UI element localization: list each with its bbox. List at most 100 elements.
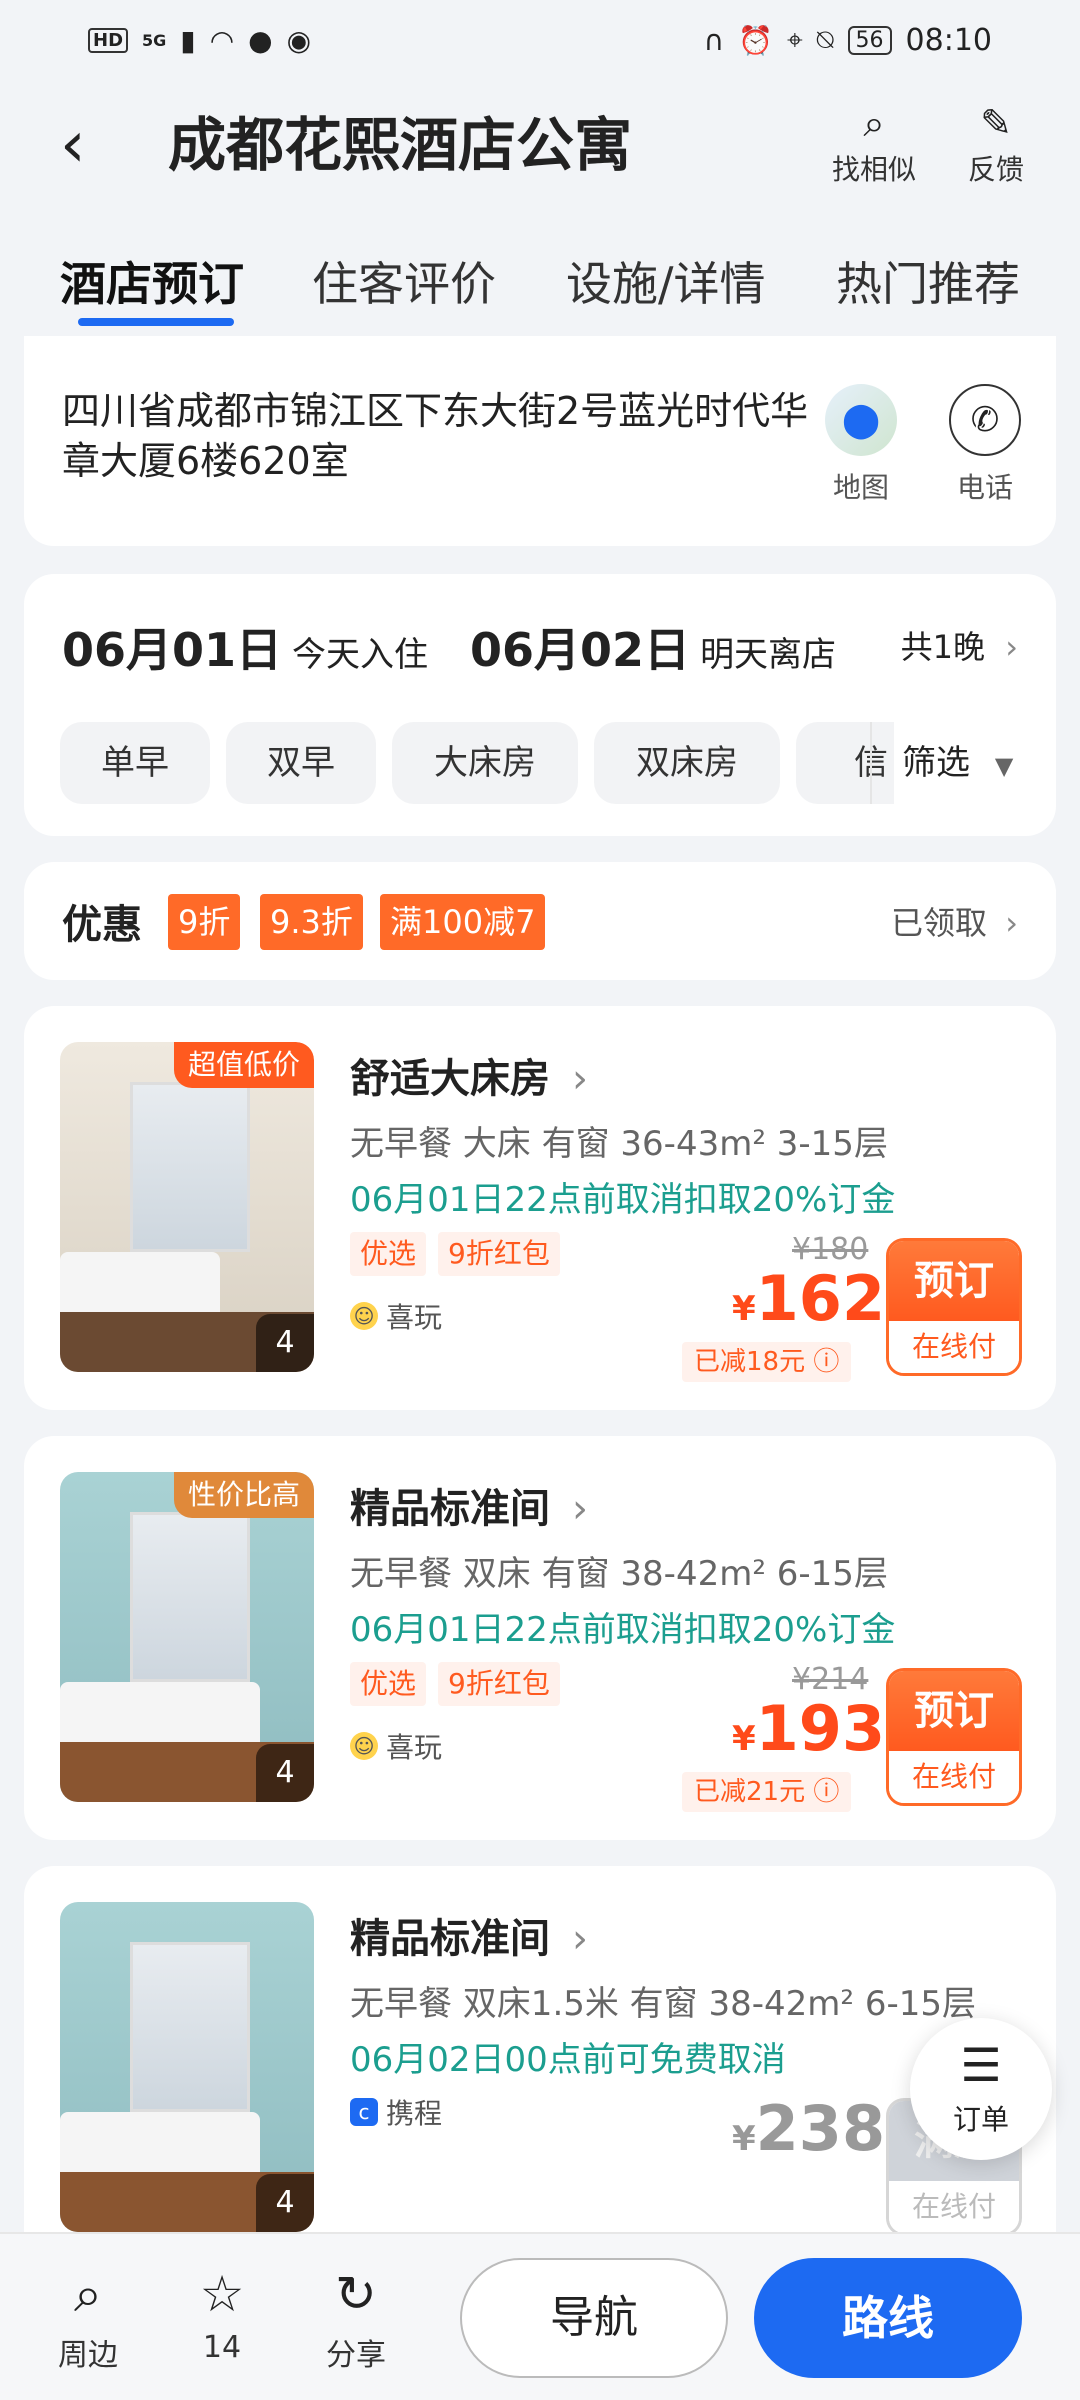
clock: 08:10 [905, 22, 992, 58]
stay-dates-card: 06月01日 今天入住 06月02日 明天离店 共1晚 › 单早 双早 大床房 … [24, 574, 1056, 836]
book-label: 预订 [889, 1241, 1019, 1321]
book-button[interactable]: 预订 在线付 [886, 1668, 1022, 1806]
cancel-policy: 06月02日00点前可免费取消 [350, 2040, 786, 2080]
discount-amount[interactable]: 已减21元 ⓘ [682, 1772, 852, 1812]
photo-count: 4 [256, 2174, 314, 2232]
feedback-label: 反馈 [967, 153, 1024, 186]
date-selector[interactable]: 06月01日 今天入住 06月02日 明天离店 [62, 614, 878, 680]
order-label: 订单 [952, 2103, 1009, 2136]
share-label: 分享 [326, 2338, 386, 2373]
tab-booking[interactable]: 酒店预订 [60, 248, 244, 314]
supplier: ☺ 喜玩 [350, 1296, 442, 1336]
room-name-text: 舒适大床房 [350, 1056, 550, 1102]
route-button[interactable]: 路线 [754, 2258, 1022, 2378]
alarm-icon: ⏰ [738, 23, 773, 57]
checkin-date: 06月01日 [62, 623, 283, 677]
promo-tag: 9折 [168, 894, 241, 950]
nearby-button[interactable]: ⌕ 周边 [38, 2264, 138, 2374]
room-badge: 超值低价 [173, 1042, 314, 1088]
wechat-icon: ◉ [286, 23, 312, 57]
wifi-icon: ◠ [209, 23, 235, 57]
supplier: ☺ 喜玩 [350, 1726, 442, 1766]
signal-icon: ▮ [180, 23, 196, 57]
phone-button[interactable]: ✆ 电话 [930, 384, 1040, 506]
price-value: 193 [755, 1692, 886, 1765]
tab-facilities[interactable]: 设施/详情 [566, 248, 766, 314]
room-card[interactable]: 性价比高 4 精品标准间 › 无早餐 双床 有窗 38-42m² 6-15层 0… [24, 1436, 1056, 1840]
room-card[interactable]: 超值低价 4 舒适大床房 › 无早餐 大床 有窗 36-43m² 3-15层 0… [24, 1006, 1056, 1410]
supplier-name: 携程 [386, 2097, 443, 2130]
chip-twin-bed[interactable]: 双床房 [594, 722, 780, 804]
room-price: ¥193 [732, 1692, 885, 1765]
nights-selector[interactable]: 共1晚 › [901, 622, 1018, 668]
price-value: 162 [755, 1262, 886, 1335]
room-photo[interactable]: 超值低价 4 [60, 1042, 314, 1372]
currency-symbol: ¥ [732, 1719, 756, 1759]
room-name[interactable]: 精品标准间 › [350, 1476, 588, 1534]
room-price: ¥162 [732, 1262, 885, 1335]
smile-icon: ☺ [350, 1732, 378, 1760]
room-tags: 优选 9折红包 [350, 1662, 560, 1706]
filter-button[interactable]: 筛选 ▼ [870, 722, 1013, 804]
room-photo[interactable]: 4 [60, 1902, 314, 2232]
nearby-label: 周边 [58, 2338, 118, 2373]
favorite-button[interactable]: ☆ 14 [172, 2264, 272, 2365]
window-graphic [130, 1512, 250, 1682]
order-float-button[interactable]: ☰ 订单 [910, 2018, 1052, 2160]
filter-label: 筛选 [902, 743, 970, 783]
pay-type-label: 在线付 [889, 1751, 1019, 1803]
hotel-address: 四川省成都市锦江区下东大街2号蓝光时代华章大厦6楼620室 [62, 389, 809, 483]
find-similar-label: 找相似 [831, 153, 916, 186]
feedback-button[interactable]: ✎ 反馈 [946, 98, 1046, 188]
app-header: ‹ 成都花熙酒店公寓 ⌕ 找相似 ✎ 反馈 [0, 80, 1080, 210]
photo-count: 4 [256, 1314, 314, 1372]
window-graphic [130, 1942, 250, 2112]
chevron-right-icon: › [1005, 628, 1018, 666]
order-list-icon: ☰ [960, 2038, 1002, 2092]
section-tabs: 酒店预订 住客评价 设施/详情 热门推荐 [0, 238, 1080, 338]
chip-single-breakfast[interactable]: 单早 [60, 722, 210, 804]
room-name[interactable]: 精品标准间 › [350, 1906, 588, 1964]
hd-indicator: HD [88, 27, 129, 53]
book-button[interactable]: 预订 在线付 [886, 1238, 1022, 1376]
chip-king-bed[interactable]: 大床房 [392, 722, 578, 804]
phone-icon: ✆ [949, 384, 1021, 456]
claimed-link[interactable]: 已领取 › [891, 898, 1018, 944]
checkin-label: 今天入住 [292, 635, 429, 675]
supplier-name: 喜玩 [386, 1731, 443, 1764]
room-tag: 优选 [350, 1662, 427, 1706]
edit-icon: ✎ [980, 101, 1012, 145]
star-icon: ☆ [199, 2265, 245, 2323]
room-card[interactable]: 4 精品标准间 › 无早餐 双床1.5米 有窗 38-42m² 6-15层 06… [24, 1866, 1056, 2266]
room-photo[interactable]: 性价比高 4 [60, 1472, 314, 1802]
cancel-policy: 06月01日22点前取消扣取20%订金 [350, 1610, 896, 1650]
tab-recommend[interactable]: 热门推荐 [836, 248, 1020, 314]
room-spec: 无早餐 双床1.5米 有窗 38-42m² 6-15层 [350, 1984, 977, 2024]
share-icon: ↻ [335, 2265, 377, 2323]
network-indicator: 5G [142, 30, 167, 50]
navigate-button[interactable]: 导航 [460, 2258, 728, 2378]
chip-double-breakfast[interactable]: 双早 [226, 722, 376, 804]
map-button[interactable]: ⬤ 地图 [806, 384, 916, 506]
room-price: ¥238 [732, 2092, 885, 2165]
discount-amount[interactable]: 已减18元 ⓘ [682, 1342, 852, 1382]
status-bar: HD 5G ▮ ◠ ● ◉ ∩ ⏰ ⌖ ⍉ 56 08:10 [0, 0, 1080, 80]
chevron-right-icon: › [571, 1056, 588, 1102]
favorite-count: 14 [202, 2330, 242, 2365]
tab-reviews[interactable]: 住客评价 [312, 248, 496, 314]
share-button[interactable]: ↻ 分享 [306, 2264, 406, 2374]
pay-type-label: 在线付 [889, 1321, 1019, 1373]
cancel-policy: 06月01日22点前取消扣取20%订金 [350, 1180, 896, 1220]
window-graphic [130, 1082, 250, 1252]
search-list-icon: ⌕ [863, 101, 885, 145]
room-tag: 9折红包 [438, 1232, 560, 1276]
promo-card[interactable]: 优惠 9折 9.3折 满100减7 已领取 › [24, 862, 1056, 980]
room-name[interactable]: 舒适大床房 › [350, 1046, 588, 1104]
nights-count: 共1晚 [900, 628, 986, 666]
headphone-icon: ∩ [703, 23, 725, 57]
supplier: c 携程 [350, 2092, 442, 2132]
find-similar-button[interactable]: ⌕ 找相似 [824, 98, 924, 188]
caret-down-icon: ▼ [994, 752, 1014, 780]
message-icon: ● [248, 23, 273, 57]
back-icon[interactable]: ‹ [60, 110, 120, 180]
